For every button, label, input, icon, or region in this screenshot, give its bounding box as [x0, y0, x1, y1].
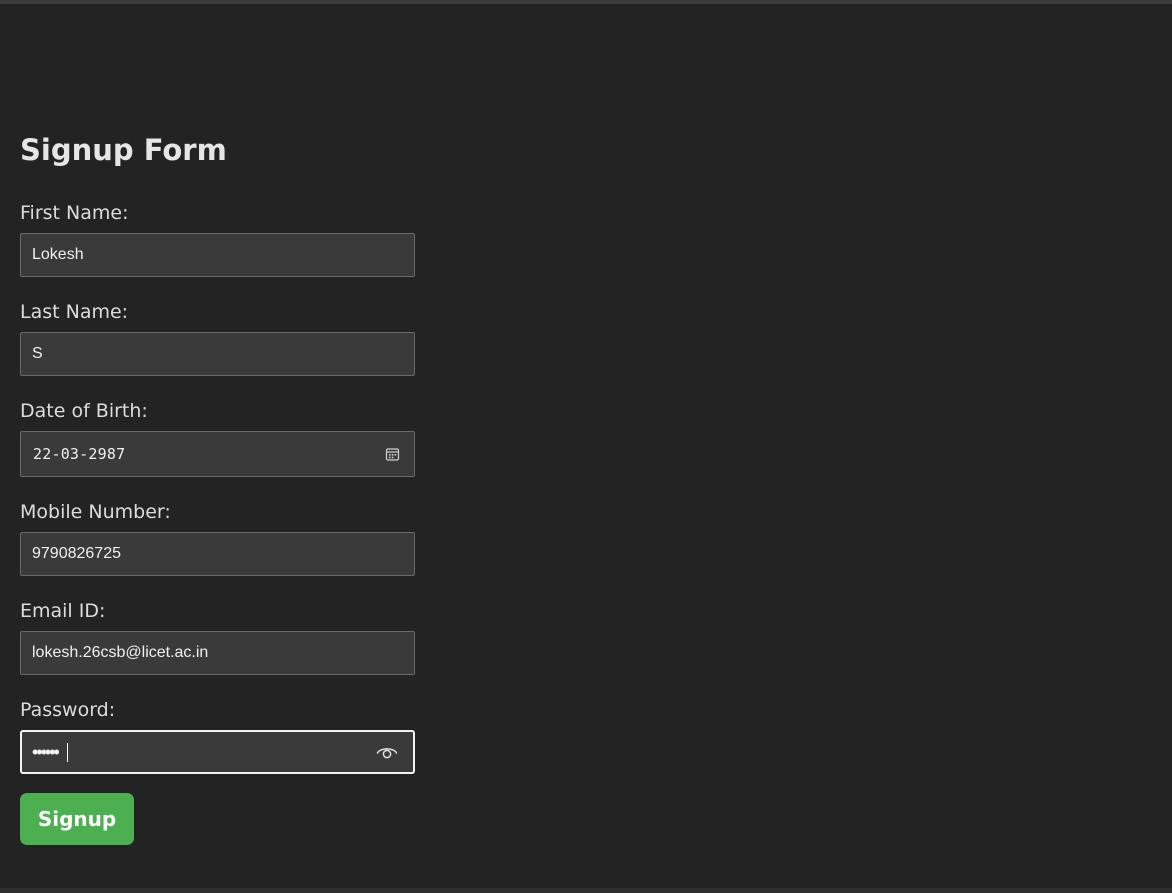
dob-label: Date of Birth: — [20, 400, 148, 422]
last-name-field-wrap — [20, 332, 415, 376]
first-name-label: First Name: — [20, 202, 129, 224]
dob-field-wrap — [20, 431, 415, 477]
text-caret — [67, 743, 68, 762]
email-label: Email ID: — [20, 600, 106, 622]
eye-icon[interactable] — [376, 744, 398, 760]
email-field-wrap — [20, 631, 415, 675]
window-top-edge — [0, 0, 1172, 4]
password-input[interactable] — [22, 732, 413, 772]
password-field-wrap — [20, 730, 415, 774]
calendar-icon[interactable] — [385, 447, 400, 462]
mobile-field-wrap — [20, 532, 415, 576]
email-input[interactable] — [21, 632, 414, 674]
password-label: Password: — [20, 699, 116, 721]
last-name-label: Last Name: — [20, 301, 129, 323]
window-bottom-edge — [0, 888, 1172, 893]
mobile-input[interactable] — [21, 533, 414, 575]
signup-form: Signup Form First Name: Last Name: Date … — [20, 128, 415, 845]
page-title: Signup Form — [20, 133, 227, 167]
first-name-input[interactable] — [21, 234, 414, 276]
dob-input[interactable] — [21, 432, 414, 476]
last-name-input[interactable] — [21, 333, 414, 375]
signup-button[interactable]: Signup — [20, 793, 134, 845]
mobile-label: Mobile Number: — [20, 501, 171, 523]
first-name-field-wrap — [20, 233, 415, 277]
